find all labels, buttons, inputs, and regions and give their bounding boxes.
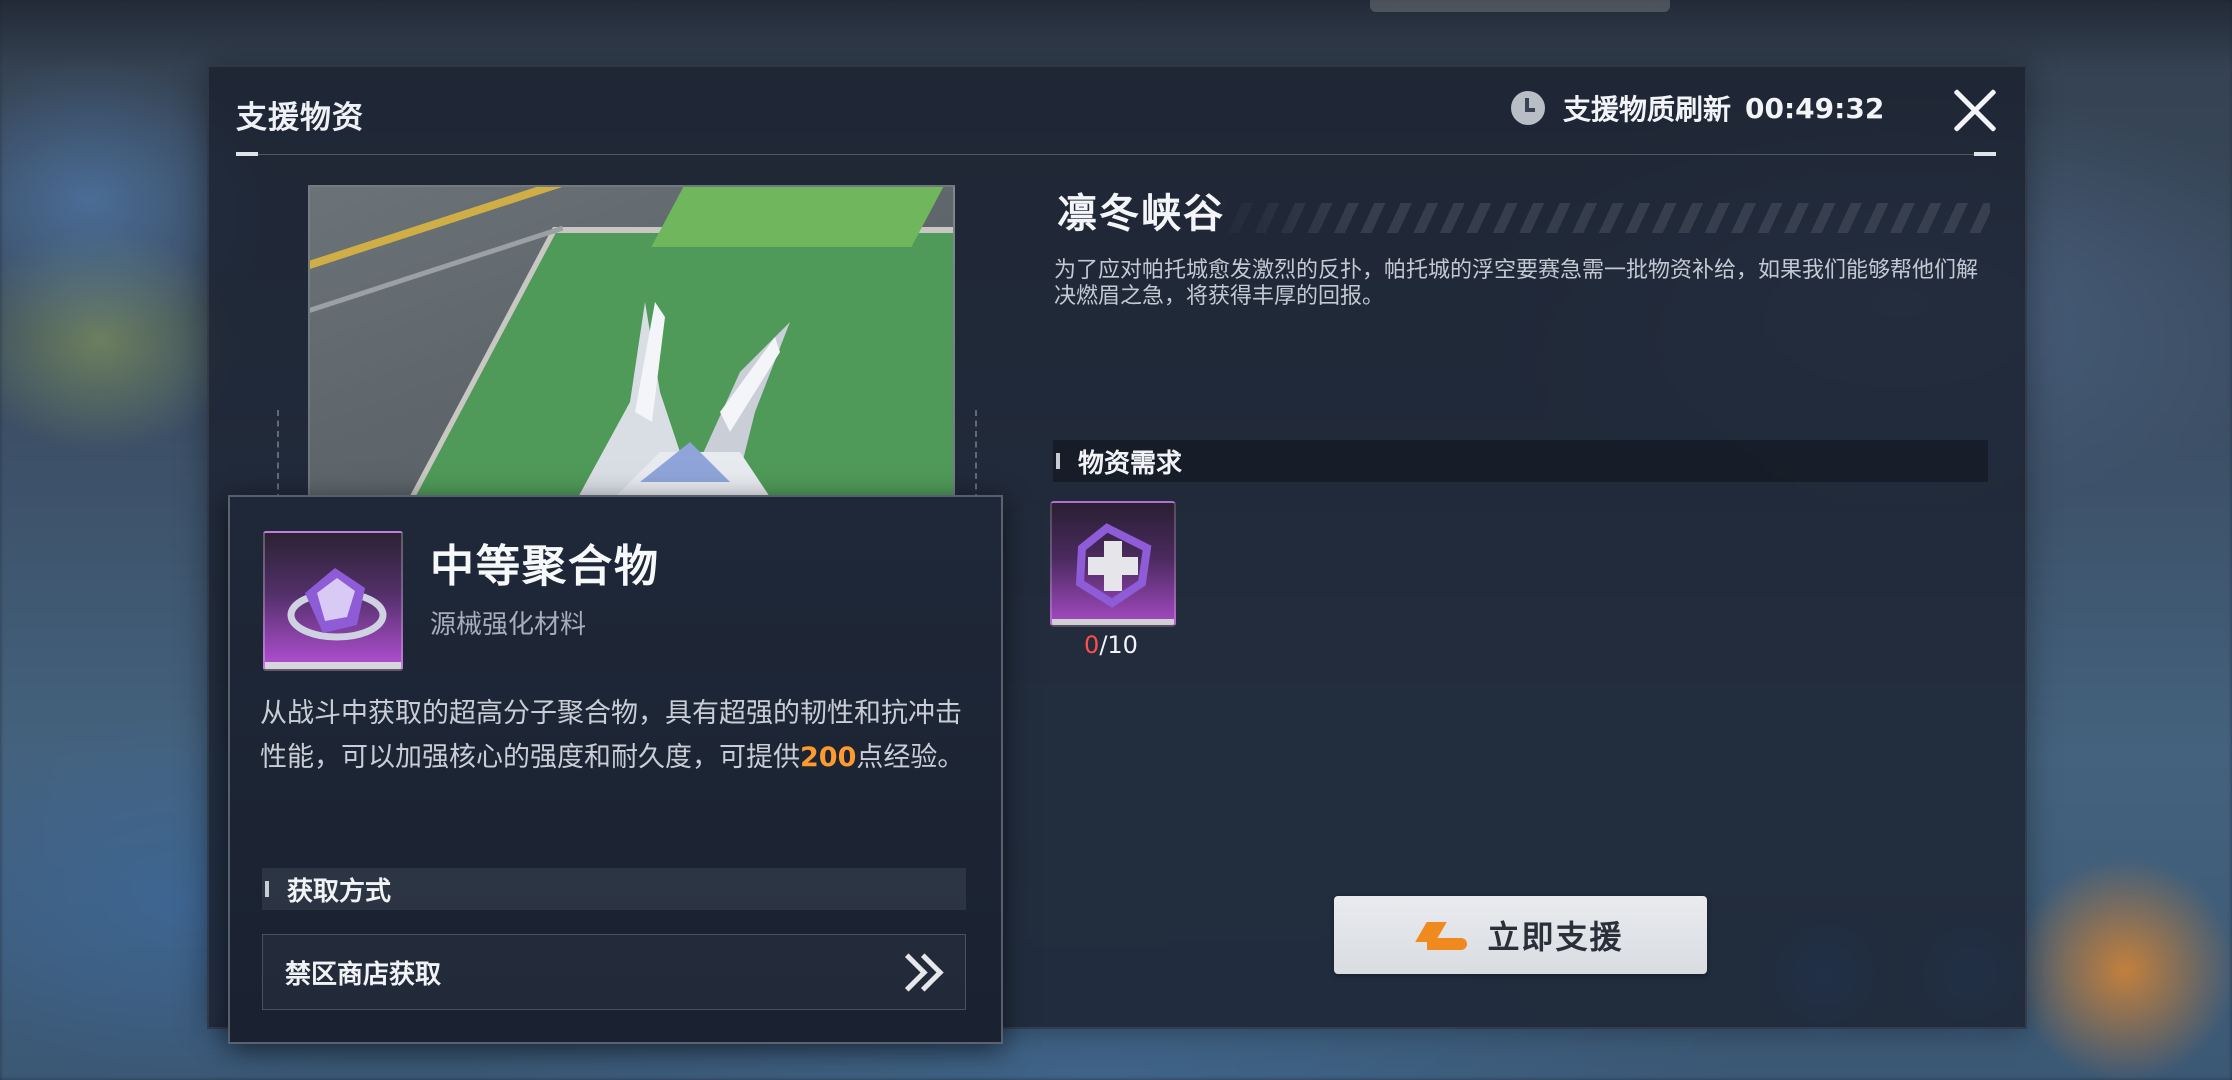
refresh-countdown: 00:49:32 — [1745, 91, 1885, 125]
obtain-source-label: 禁区商店获取 — [285, 959, 442, 990]
rarity-stripe — [1052, 619, 1174, 625]
item-type: 源械强化材料 — [430, 610, 587, 640]
header-divider — [236, 154, 1996, 155]
obtain-method-label: 获取方式 — [287, 876, 392, 907]
region-description: 为了应对帕托城愈发激烈的反扑，帕托城的浮空要赛急需一批物资补给，如果我们能够帮他… — [1054, 258, 1979, 309]
requirements-header: 物资需求 — [1053, 440, 1988, 482]
polymer-material-icon — [1075, 523, 1152, 608]
requirements-header-label: 物资需求 — [1078, 448, 1183, 479]
double-chevron-right-icon — [889, 953, 944, 992]
owned-count: 0 — [1084, 631, 1100, 659]
refresh-timer: 支援物质刷新 00:49:32 — [1511, 89, 1884, 127]
item-exp-value: 200 — [800, 742, 857, 773]
support-now-button[interactable]: 立即支援 — [1334, 896, 1707, 974]
header-divider-tick-right — [1974, 152, 1996, 156]
top-hud-blur — [0, 0, 2232, 70]
section-marker — [1056, 453, 1060, 469]
region-preview-image — [308, 185, 955, 504]
clock-icon — [1511, 91, 1545, 125]
needed-count: /10 — [1099, 631, 1138, 659]
item-icon-frame — [263, 531, 403, 671]
item-description-tail: 点经验。 — [856, 742, 965, 773]
required-material-slot[interactable] — [1050, 501, 1176, 627]
refresh-label: 支援物质刷新 — [1563, 93, 1732, 126]
preview-bracket-right — [975, 410, 985, 500]
header-divider-tick-left — [236, 152, 258, 156]
top-hud-strip — [1370, 0, 1670, 12]
mech-model-image — [575, 302, 790, 502]
preview-grass-hedge — [651, 187, 949, 247]
preview-bracket-left — [277, 410, 287, 500]
obtain-method-header: 获取方式 — [262, 868, 966, 910]
title-chevron-decoration — [1200, 203, 1990, 233]
support-now-label: 立即支援 — [1487, 918, 1624, 956]
polymer-item-icon — [287, 568, 387, 641]
rocket-icon — [1417, 918, 1469, 952]
panel-title: 支援物资 — [236, 100, 364, 136]
item-name: 中等聚合物 — [430, 541, 660, 592]
section-marker — [265, 881, 269, 897]
close-icon[interactable] — [1950, 86, 2000, 136]
required-material-count: 0/10 — [1050, 631, 1172, 659]
rarity-stripe — [265, 662, 401, 669]
obtain-source-restricted-shop[interactable]: 禁区商店获取 — [262, 934, 966, 1010]
item-description: 从战斗中获取的超高分子聚合物，具有超强的韧性和抗冲击性能，可以加强核心的强度和耐… — [260, 692, 980, 780]
